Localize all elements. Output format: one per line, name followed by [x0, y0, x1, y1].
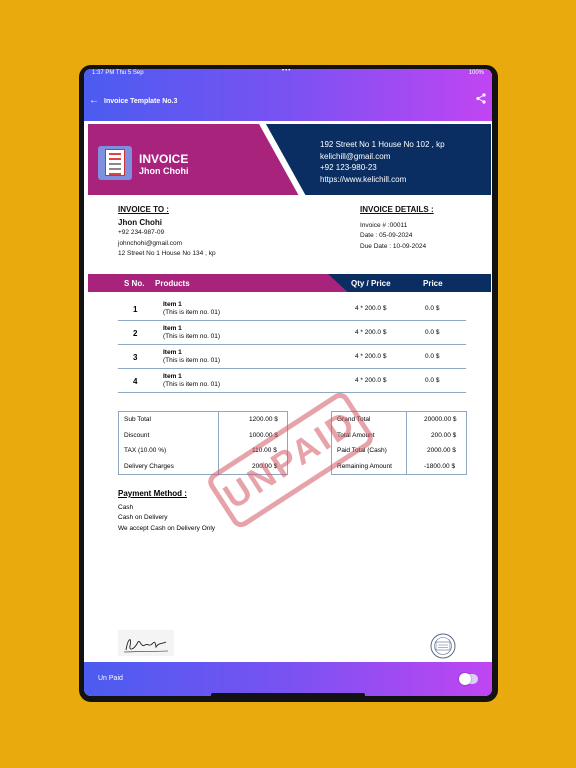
home-indicator[interactable] [211, 693, 365, 697]
company-email: kelichill@gmail.com [320, 151, 391, 161]
row-number: 1 [133, 305, 138, 314]
table-header: S No. Products Qty / Price Price [88, 274, 491, 292]
share-icon[interactable] [476, 93, 486, 104]
document-icon [105, 149, 125, 176]
row-qty-price: 4 * 200.0 $ [355, 329, 387, 336]
bill-to-heading: INVOICE TO : [118, 205, 169, 214]
invoice-details-block: INVOICE DETAILS : Invoice # :00011 Date … [360, 205, 434, 252]
product-name: Item 1 [163, 301, 182, 308]
product-name: Item 1 [163, 373, 182, 380]
table-row: 2 Item 1 (This is item no. 01) 4 * 200.0 … [118, 321, 466, 345]
client-address: 12 Street No 1 House No 134 , kp [118, 250, 216, 257]
summary-value: -1800.00 $ [424, 462, 456, 470]
row-number: 2 [133, 329, 138, 338]
company-address: 192 Street No 1 House No 102 , kp [320, 140, 445, 149]
arrow-left-icon[interactable]: ← [89, 95, 99, 106]
row-price: 0.0 $ [425, 353, 440, 360]
table-row: 4 Item 1 (This is item no. 01) 4 * 200.0 … [118, 369, 466, 393]
row-product: Item 1 (This is item no. 01) [163, 349, 220, 365]
summary-value: 2000.00 $ [427, 447, 456, 454]
product-desc: (This is item no. 01) [163, 381, 221, 388]
product-desc: (This is item no. 01) [163, 309, 221, 316]
row-product: Item 1 (This is item no. 01) [163, 373, 220, 389]
payment-line: Cash on Delivery [118, 514, 168, 521]
column-header-products: Products [155, 279, 190, 288]
row-price: 0.0 $ [425, 305, 440, 312]
row-price: 0.0 $ [425, 329, 440, 336]
column-header-price: Price [423, 279, 443, 288]
company-website: https://www.kelichill.com [320, 174, 407, 184]
signature-image [118, 630, 174, 656]
summary-label: Sub Total [124, 416, 151, 423]
product-desc: (This is item no. 01) [163, 357, 221, 364]
payment-method-block: Payment Method : Cash Cash on Delivery W… [118, 489, 215, 534]
summary-value: 200.00 $ [431, 431, 457, 439]
client-name: Jhon Chohi [118, 217, 162, 227]
summary-label: Remaining Amount [337, 462, 392, 470]
status-toggle-bar: Un Paid [84, 662, 492, 696]
row-product: Item 1 (This is item no. 01) [163, 325, 220, 341]
summary-label: Discount [124, 431, 150, 439]
battery-indicator: 100% [468, 70, 484, 76]
toggle-knob[interactable] [459, 673, 471, 685]
row-product: Item 1 (This is item no. 01) [163, 301, 220, 317]
column-header-qty-price: Qty / Price [351, 279, 391, 288]
client-phone: +92 234-987-09 [118, 229, 165, 236]
status-bar: 1:37 PM Thu 5 Sep ••• 100% [84, 69, 492, 78]
invoice-due-date: Due Date : 10-09-2024 [360, 242, 427, 250]
payment-line: Cash [118, 503, 134, 511]
details-heading: INVOICE DETAILS : [360, 205, 434, 214]
row-qty-price: 4 * 200.0 $ [355, 305, 387, 312]
status-time: 1:37 PM Thu 5 Sep [92, 70, 144, 76]
summary-value: 20000.00 $ [424, 416, 457, 423]
row-qty-price: 4 * 200.0 $ [355, 377, 387, 384]
product-name: Item 1 [163, 325, 182, 332]
invoice-date: Date : 05-09-2024 [360, 232, 413, 239]
row-number: 3 [133, 353, 138, 362]
seal-stamp-image [430, 633, 456, 659]
row-number: 4 [133, 377, 138, 386]
table-row: 3 Item 1 (This is item no. 01) 4 * 200.0 … [118, 345, 466, 369]
invoice-document: INVOICE Jhon Chohi 192 Street No 1 House… [88, 124, 491, 664]
paid-toggle[interactable] [459, 673, 478, 685]
row-price: 0.0 $ [425, 377, 440, 384]
summary-line: Sub Total 1200.00 $ [119, 412, 287, 428]
invoice-number: Invoice # :00011 [360, 221, 408, 229]
payment-line: We accept Cash on Delivery Only [118, 524, 216, 532]
summary-label: TAX (10.00 %) [124, 447, 167, 454]
page-title: Invoice Template No.3 [104, 98, 178, 105]
company-contact: 192 Street No 1 House No 102 , kp kelich… [320, 139, 445, 185]
invoice-heading: INVOICE [139, 152, 189, 166]
summary-value: 1200.00 $ [249, 416, 278, 423]
client-email: johnchohi@gmail.com [118, 239, 183, 247]
column-header-sno: S No. [124, 279, 145, 288]
row-qty-price: 4 * 200.0 $ [355, 353, 387, 360]
payment-method-heading: Payment Method : [118, 489, 187, 498]
summary-line: Remaining Amount -1800.00 $ [332, 459, 466, 475]
product-name: Item 1 [163, 349, 182, 356]
bill-to-block: INVOICE TO : Jhon Chohi +92 234-987-09 j… [118, 205, 216, 260]
payment-status-label: Un Paid [98, 675, 123, 682]
company-phone: +92 123-980-23 [320, 163, 377, 172]
screen: 1:37 PM Thu 5 Sep ••• 100% ← Invoice Tem… [84, 69, 492, 696]
multitask-dots[interactable]: ••• [282, 69, 291, 74]
issuer-name: Jhon Chohi [139, 166, 189, 176]
table-row: 1 Item 1 (This is item no. 01) 4 * 200.0 … [118, 297, 466, 321]
product-desc: (This is item no. 01) [163, 333, 221, 340]
app-bar: ← Invoice Template No.3 [84, 78, 492, 121]
summary-label: Delivery Charges [124, 462, 174, 470]
